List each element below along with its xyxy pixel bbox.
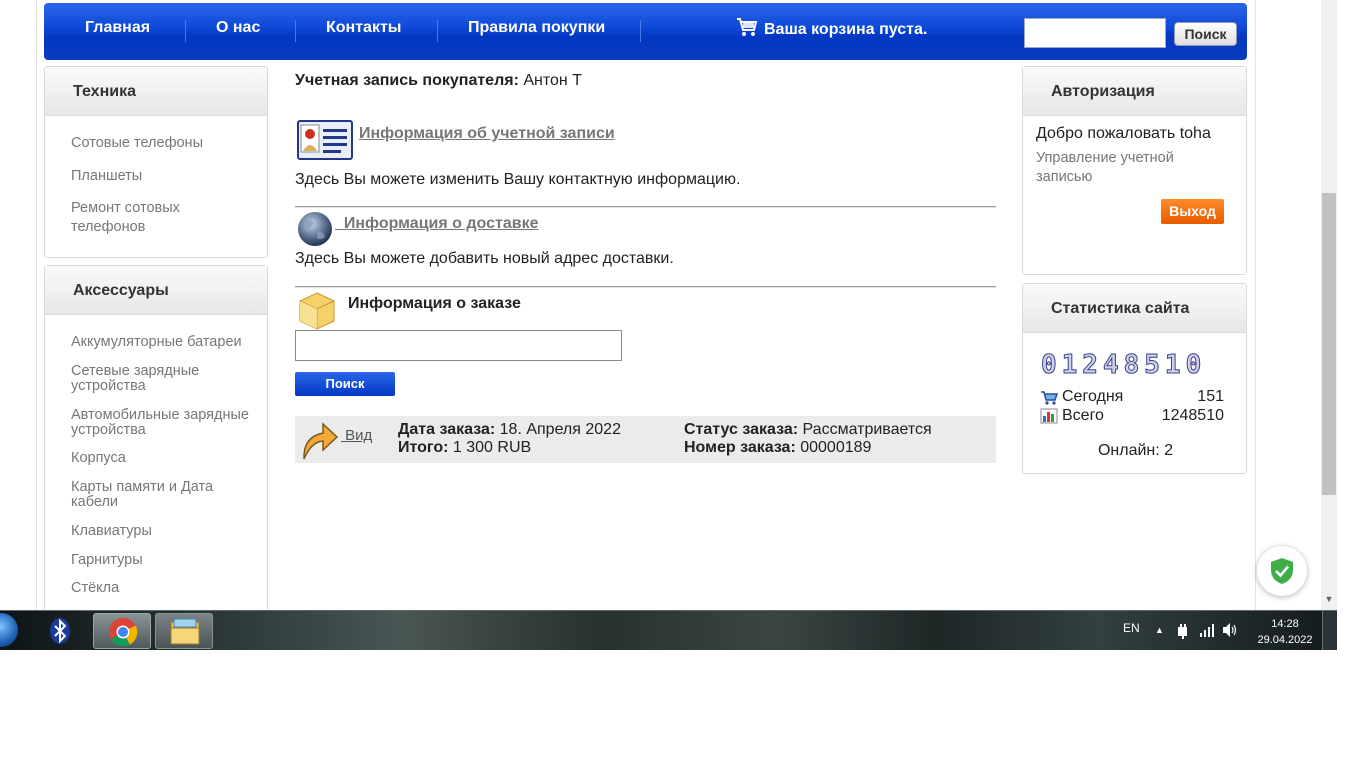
order-date: Дата заказа: 18. Апреля 2022	[398, 421, 621, 439]
taskbar-bluetooth[interactable]	[45, 613, 75, 649]
sidebar-item-tablets[interactable]: Планшеты	[71, 167, 251, 186]
tray-time: 14:28	[1271, 618, 1299, 630]
sidebar-item-phone-repair[interactable]: Ремонт сотовых телефонов	[71, 199, 211, 237]
tray-language[interactable]: EN	[1123, 621, 1140, 635]
sidebar-item-wall-chargers[interactable]: Сетевые зарядные устройства	[71, 364, 231, 394]
order-view-link-text: Вид	[345, 427, 373, 444]
top-navigation: Главная О нас Контакты Правила покупки В…	[44, 3, 1247, 60]
auth-box: Авторизация Добро пожаловать toha Управл…	[1022, 66, 1247, 275]
order-total-value: 1 300 RUB	[452, 439, 532, 456]
stats-box-title: Статистика сайта	[1023, 284, 1246, 333]
sidebar-item-keyboards[interactable]: Клавиатуры	[71, 522, 251, 541]
search-button[interactable]: Поиск	[1174, 22, 1237, 46]
cart-icon	[737, 18, 758, 36]
taskbar-explorer[interactable]	[155, 613, 213, 649]
nav-purchase-rules[interactable]: Правила покупки	[468, 19, 605, 37]
arrow-view-icon	[303, 422, 339, 460]
tray-expand-icon[interactable]: ▲	[1155, 625, 1164, 635]
order-total: Итого: 1 300 RUB	[398, 439, 531, 457]
stats-total-label: Всего	[1062, 407, 1104, 424]
sidebar-box-technics: Техника Сотовые телефоны Планшеты Ремонт…	[44, 66, 268, 258]
order-info-title: Информация о заказе	[348, 295, 521, 312]
visitor-counter: 01248510	[1040, 350, 1207, 381]
order-status-value: Рассматривается	[802, 421, 932, 438]
order-number-value: 00000189	[800, 439, 872, 456]
nav-about[interactable]: О нас	[216, 19, 260, 37]
nav-separator	[437, 20, 438, 42]
bluetooth-icon	[50, 618, 70, 644]
order-search-button[interactable]: Поиск	[295, 372, 395, 396]
security-shield-badge[interactable]	[1257, 546, 1307, 596]
order-number-input[interactable]	[295, 330, 622, 361]
order-view-link[interactable]: Вид	[341, 427, 372, 444]
nav-home[interactable]: Главная	[85, 19, 150, 37]
order-summary-row: Вид Дата заказа: 18. Апреля 2022 Итого: …	[295, 416, 996, 463]
order-number-label: Номер заказа:	[684, 439, 796, 456]
cart-status[interactable]: Ваша корзина пуста.	[736, 17, 927, 39]
section-divider	[295, 286, 996, 288]
sidebar-item-cell-phones[interactable]: Сотовые телефоны	[71, 134, 251, 153]
start-button[interactable]	[0, 613, 18, 647]
tray-date: 29.04.2022	[1257, 634, 1313, 646]
sidebar-box-title: Аксессуары	[45, 266, 267, 315]
sidebar-item-cases[interactable]: Корпуса	[71, 449, 251, 468]
logout-button[interactable]: Выход	[1161, 199, 1224, 224]
sidebar-box-title: Техника	[45, 67, 267, 116]
cart-small-icon	[1041, 391, 1058, 405]
order-number: Номер заказа: 00000189	[684, 439, 871, 457]
delivery-info-link-text: Информация о доставке	[343, 215, 539, 232]
welcome-text: Добро пожаловать toha	[1036, 125, 1211, 142]
order-total-label: Итого:	[398, 439, 449, 456]
account-card-icon	[297, 120, 353, 160]
account-label: Учетная запись покупателя:	[295, 72, 519, 89]
order-date-label: Дата заказа:	[398, 421, 496, 438]
power-plug-icon[interactable]	[1176, 623, 1190, 639]
manage-account-link[interactable]: Управление учетной записью	[1036, 149, 1216, 187]
page-scrollbar[interactable]: ▼	[1321, 0, 1337, 610]
order-status: Статус заказа: Рассматривается	[684, 421, 932, 439]
search-input[interactable]	[1024, 18, 1166, 48]
sidebar-box-accessories: Аксессуары Аккумуляторные батареи Сетевы…	[44, 265, 268, 625]
nav-separator	[185, 20, 186, 42]
windows-taskbar: EN ▲ 14:28 29.04.2022	[0, 610, 1337, 650]
stats-box: Статистика сайта 01248510 Сегодня 151 Вс…	[1022, 283, 1247, 474]
signal-bars-icon[interactable]	[1199, 623, 1215, 637]
scrollbar-thumb[interactable]	[1322, 193, 1336, 495]
auth-box-title: Авторизация	[1023, 67, 1246, 116]
bar-chart-icon	[1040, 408, 1058, 424]
sidebar-item-car-chargers[interactable]: Автомобильные зарядные устройства	[71, 408, 267, 438]
browser-viewport: Главная О нас Контакты Правила покупки В…	[0, 0, 1366, 650]
show-desktop-button[interactable]	[1322, 611, 1337, 650]
account-info-description: Здесь Вы можете изменить Вашу контактную…	[295, 171, 741, 188]
order-status-label: Статус заказа:	[684, 421, 799, 438]
stats-online: Онлайн: 2	[1097, 442, 1174, 459]
folder-icon	[170, 618, 200, 645]
volume-icon[interactable]	[1222, 622, 1238, 638]
sidebar-item-memory-cards[interactable]: Карты памяти и Дата кабели	[71, 480, 231, 510]
stats-today-value: 151	[1197, 388, 1224, 405]
account-name: Антон Т	[523, 72, 582, 89]
taskbar-chrome[interactable]	[93, 613, 151, 649]
nav-separator	[640, 20, 641, 42]
sidebar-item-headsets[interactable]: Гарнитуры	[71, 551, 251, 570]
globe-icon	[298, 212, 332, 246]
account-info-link[interactable]: Информация об учетной записи	[359, 125, 615, 143]
stats-total-value: 1248510	[1161, 407, 1224, 424]
scroll-down-arrow-icon[interactable]: ▼	[1322, 592, 1336, 606]
shield-check-icon	[1271, 558, 1293, 584]
section-divider	[295, 206, 996, 208]
cart-text: Ваша корзина пуста.	[764, 21, 928, 38]
sidebar-item-glass[interactable]: Стёкла	[71, 579, 251, 598]
stats-today-label: Сегодня	[1062, 388, 1124, 405]
sidebar-item-batteries[interactable]: Аккумуляторные батареи	[71, 333, 251, 352]
package-box-icon	[299, 292, 335, 330]
order-date-value: 18. Апреля 2022	[499, 421, 621, 438]
account-heading: Учетная запись покупателя: Антон Т	[295, 72, 582, 90]
nav-contacts[interactable]: Контакты	[326, 19, 401, 37]
chrome-icon	[109, 618, 138, 647]
delivery-info-description: Здесь Вы можете добавить новый адрес дос…	[295, 250, 674, 267]
tray-clock[interactable]: 14:28 29.04.2022	[1255, 616, 1315, 648]
delivery-info-link[interactable]: Информация о доставке	[335, 215, 539, 233]
nav-separator	[295, 20, 296, 42]
